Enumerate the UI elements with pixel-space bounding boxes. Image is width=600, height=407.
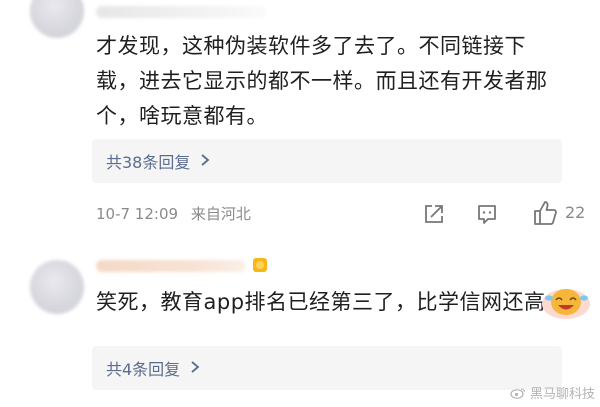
username-blurred[interactable] — [96, 260, 246, 272]
chevron-right-icon — [190, 359, 200, 378]
weibo-logo-icon — [510, 387, 526, 399]
view-replies-button[interactable]: 共4条回复 — [92, 346, 562, 390]
replies-label: 共38条回复 — [106, 153, 191, 172]
like-count: 22 — [565, 203, 586, 222]
laughing-emoji-icon — [542, 289, 590, 319]
comment-icon[interactable] — [476, 203, 498, 229]
comment-text: 笑死，教育app排名已经第三了，比学信网还高 — [96, 290, 546, 314]
avatar[interactable] — [30, 0, 84, 38]
comment-meta: 10-7 12:09 来自河北 — [96, 203, 259, 224]
username-blurred[interactable] — [96, 6, 266, 18]
comment-time: 10-7 12:09 — [96, 205, 179, 223]
avatar[interactable] — [30, 260, 84, 314]
view-replies-button[interactable]: 共38条回复 — [92, 139, 562, 183]
watermark-text: 黑马聊科技 — [530, 387, 596, 402]
comment-text: 才发现，这种伪装软件多了去了。不同链接下载，进去它显示的都不一样。而且还有开发者… — [96, 34, 548, 128]
replies-label: 共4条回复 — [106, 360, 181, 379]
comment-location: 来自河北 — [190, 205, 251, 223]
watermark: 黑马聊科技 — [510, 383, 595, 402]
share-icon[interactable] — [423, 203, 445, 229]
thumbs-up-icon[interactable] — [532, 199, 558, 231]
chevron-right-icon — [200, 152, 210, 171]
comment-item: 笑死，教育app排名已经第三了，比学信网还高 共4条回复 — [0, 240, 600, 407]
comment-item: 才发现，这种伪装软件多了去了。不同链接下载，进去它显示的都不一样。而且还有开发者… — [0, 0, 600, 240]
vip-badge-icon — [253, 258, 267, 272]
